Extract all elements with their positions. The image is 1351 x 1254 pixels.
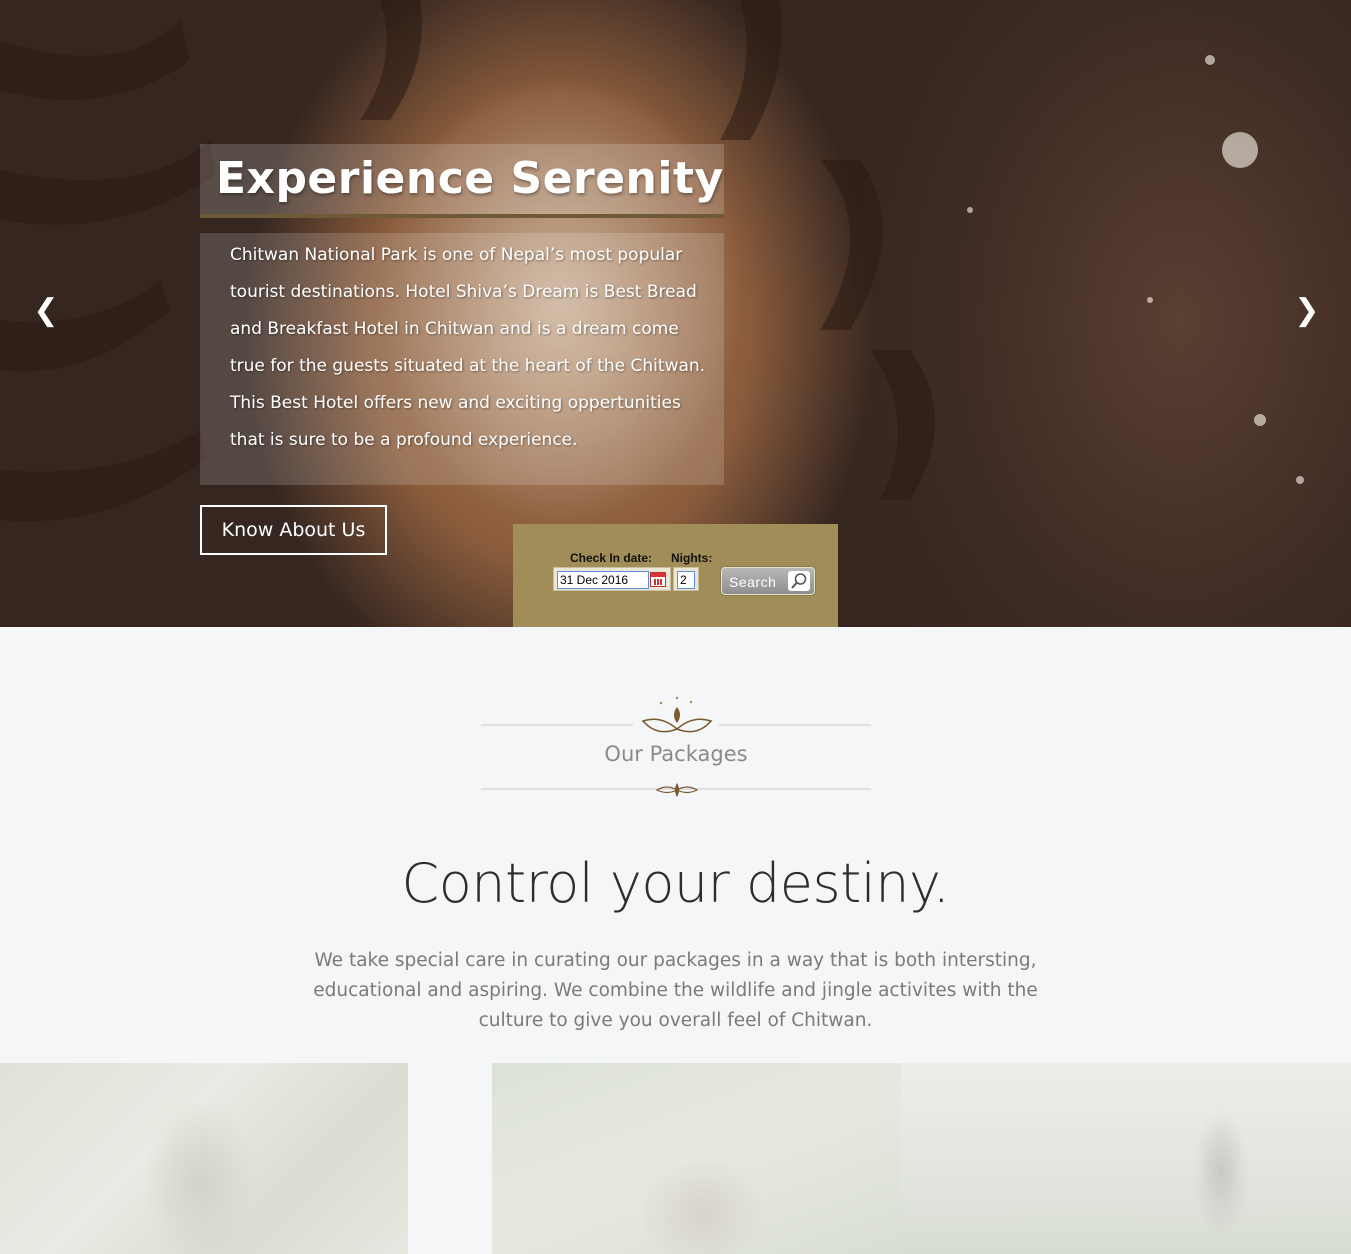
- hero-title: Experience Serenity: [216, 153, 724, 204]
- hero-description: Chitwan National Park is one of Nepal’s …: [230, 245, 706, 450]
- search-button-label: Search: [729, 574, 777, 590]
- hero-slider: ❮ ❯ Experience Serenity Chitwan National…: [0, 0, 1351, 627]
- package-image[interactable]: [901, 1063, 1351, 1254]
- nights-field-wrapper: [673, 567, 699, 591]
- packages-lead: We take special care in curating our pac…: [313, 950, 1038, 1031]
- nights-label: Nights:: [671, 551, 713, 565]
- package-image[interactable]: [492, 1063, 901, 1254]
- magnifier-icon: [788, 571, 810, 591]
- packages-headline: Control your destiny.: [401, 852, 950, 915]
- calendar-icon[interactable]: [650, 572, 666, 587]
- hero-title-box: Experience Serenity: [200, 144, 724, 218]
- slider-next-button[interactable]: ❯: [1289, 293, 1325, 329]
- know-about-us-button[interactable]: Know About Us: [200, 505, 387, 555]
- booking-widget: Check In date: Nights: Search: [513, 524, 838, 627]
- chevron-right-icon: ❯: [1294, 293, 1320, 328]
- slider-prev-button[interactable]: ❮: [28, 293, 64, 329]
- checkin-label: Check In date:: [570, 551, 653, 565]
- section-title: Our Packages: [604, 742, 748, 766]
- checkin-date-field-wrapper: [553, 567, 671, 591]
- search-button[interactable]: Search: [721, 567, 815, 595]
- chevron-left-icon: ❮: [33, 293, 59, 328]
- hero-description-box: Chitwan National Park is one of Nepal’s …: [200, 233, 724, 485]
- checkin-date-input[interactable]: [557, 571, 649, 589]
- nights-input[interactable]: [677, 571, 695, 589]
- package-image[interactable]: [0, 1063, 408, 1254]
